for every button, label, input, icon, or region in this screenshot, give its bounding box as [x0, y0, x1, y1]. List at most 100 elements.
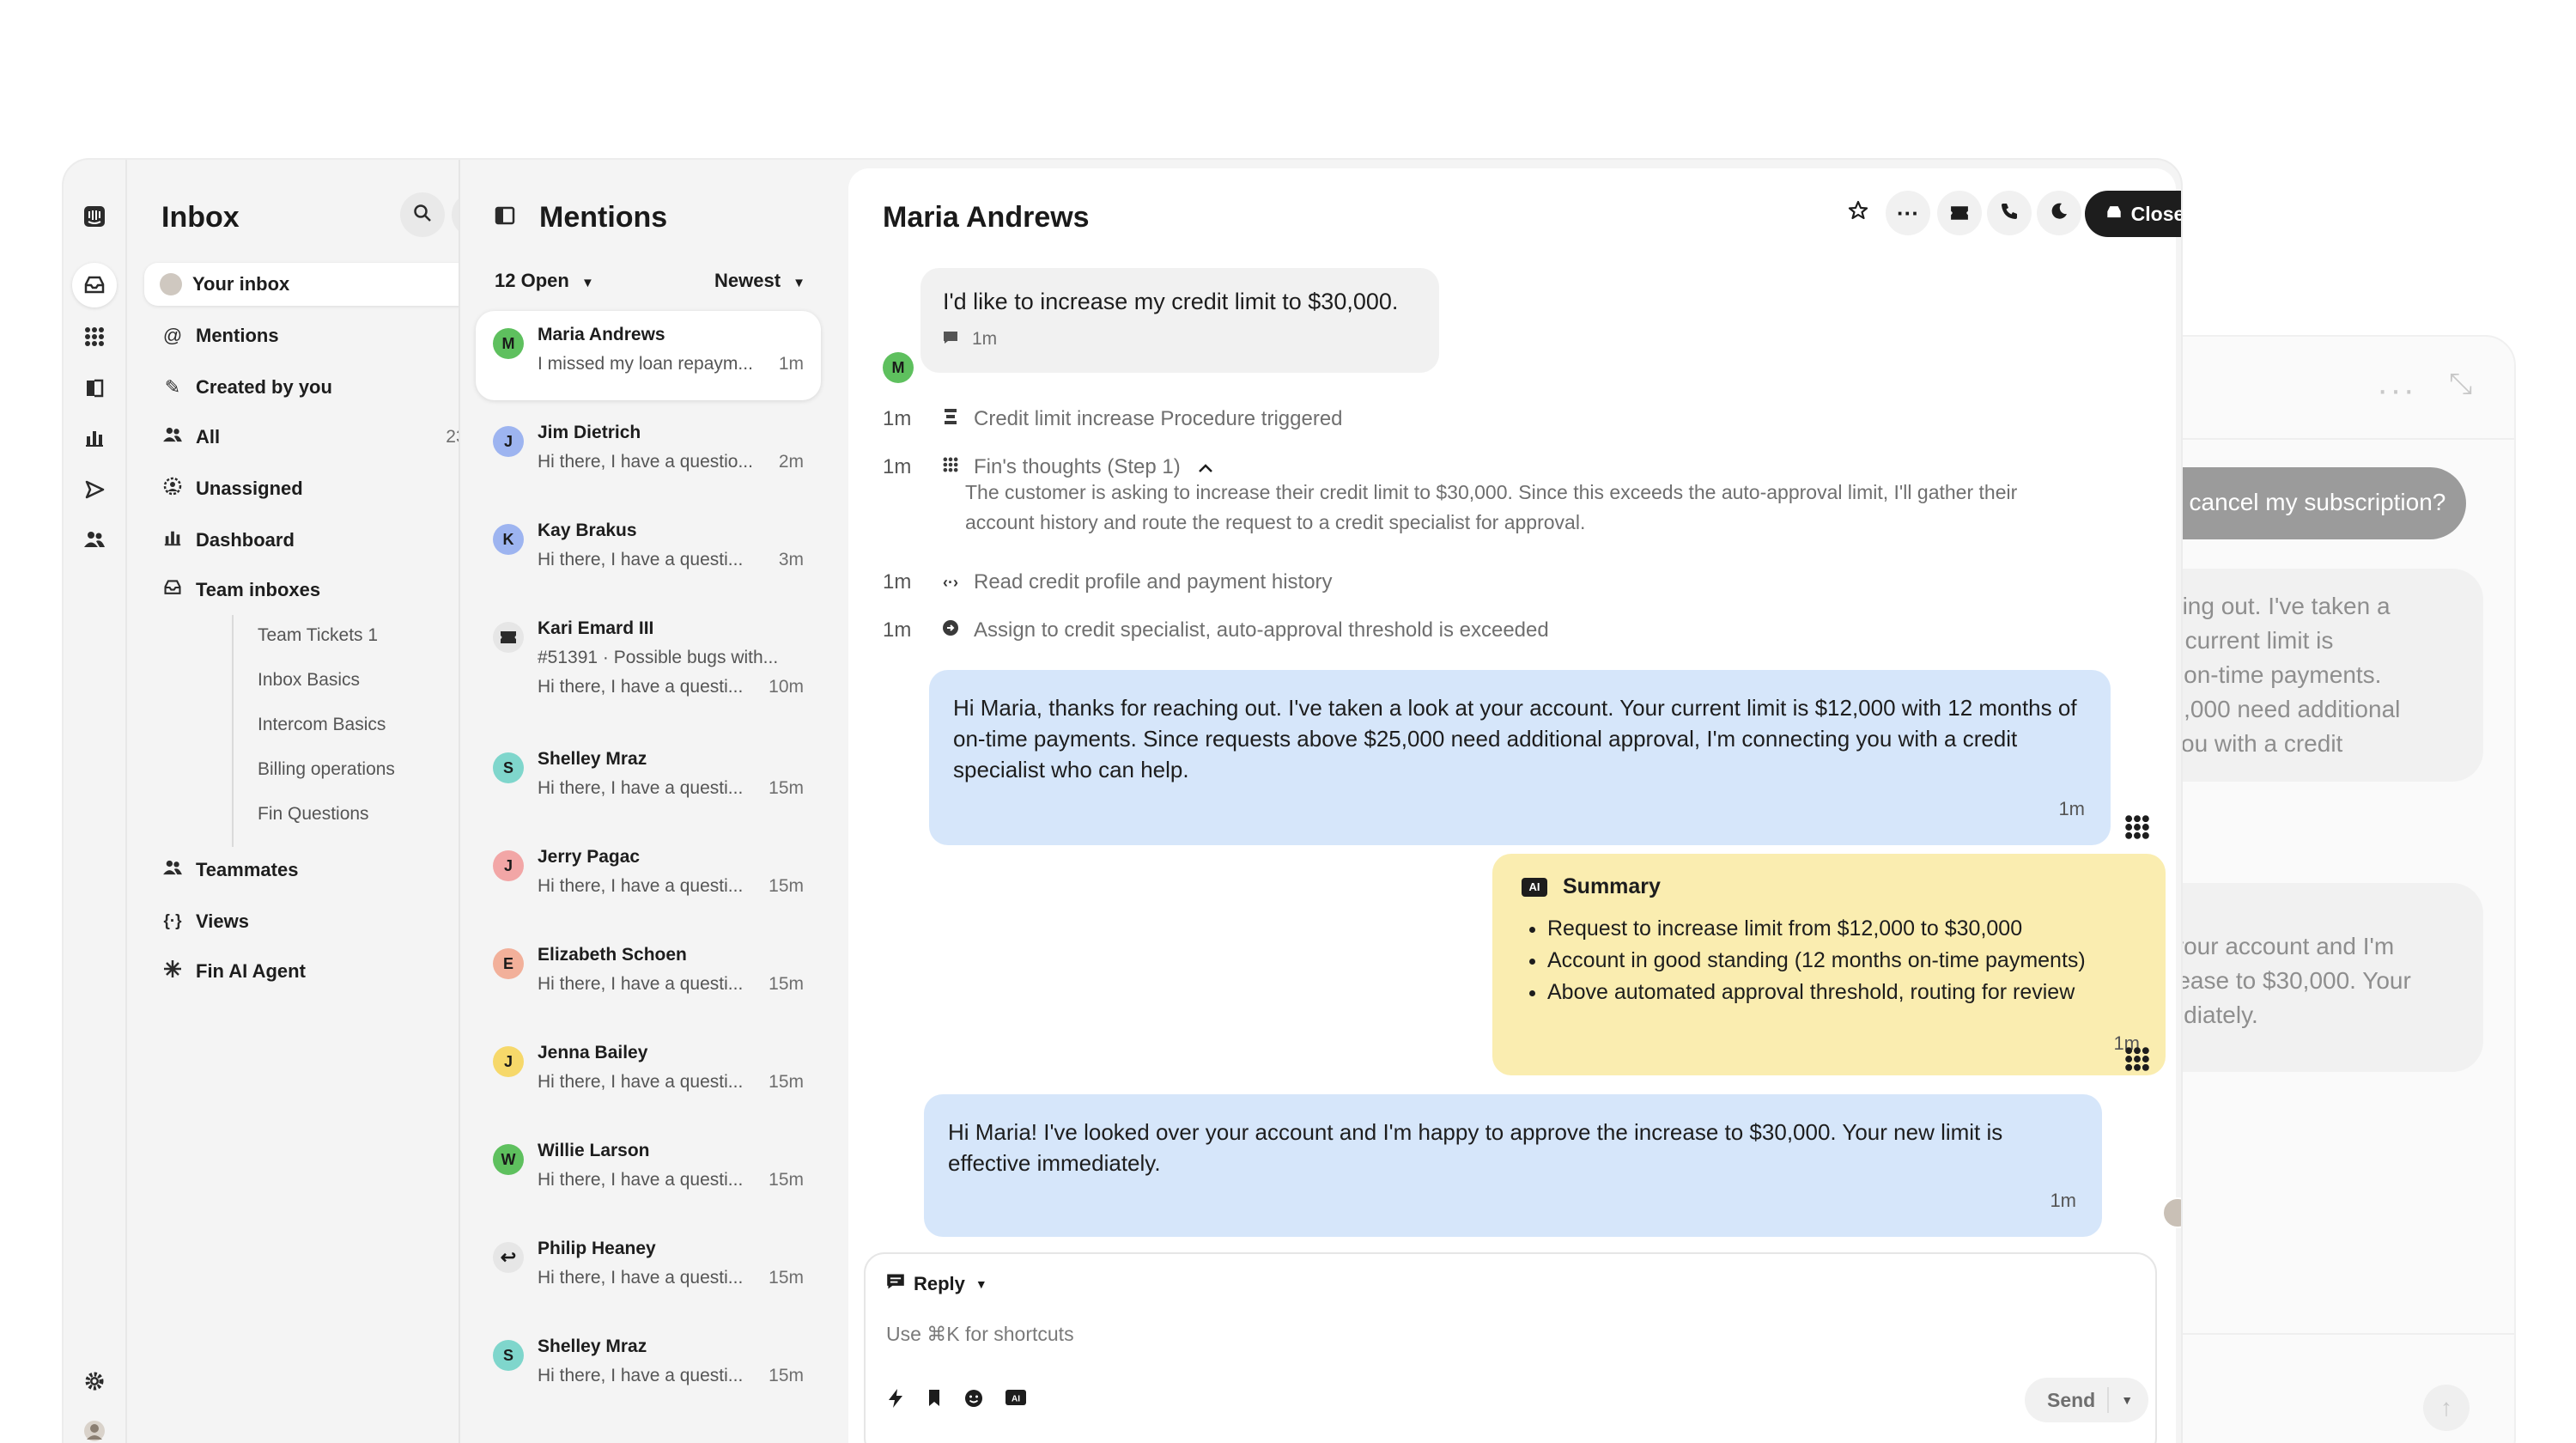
ghost-user-bubble: I cancel my subscription? — [2148, 467, 2466, 539]
event-read-credit-profile: 1m ‹·› Read credit profile and payment h… — [883, 570, 1333, 594]
event-fin-thoughts[interactable]: 1m Fin's thoughts (Step 1) — [883, 455, 1213, 479]
conversation-item[interactable]: J Jim Dietrich Hi there, I have a questi… — [476, 409, 821, 498]
team-inbox-item[interactable]: Intercom Basics — [258, 715, 386, 735]
svg-text:AI: AI — [1012, 1395, 1020, 1404]
nav-group-views[interactable]: {·} Views — [144, 900, 501, 943]
nav-item-unassigned[interactable]: Unassigned 0 — [144, 467, 501, 510]
nav-item-mentions[interactable]: @ Mentions 12 — [144, 314, 501, 357]
message-text: I'd like to increase my credit limit to … — [943, 289, 1399, 314]
ghost-reply-bubble: ching out. I've taken a ur current limit… — [2148, 569, 2483, 782]
ticket-icon — [1950, 200, 1969, 227]
nav-item-label: Your inbox — [192, 273, 290, 295]
reply-composer[interactable]: Reply ▼ Use ⌘K for shortcuts AI Send ▼ — [864, 1252, 2157, 1443]
conversation-item[interactable]: J Jerry Pagac Hi there, I have a questi.… — [476, 833, 821, 922]
conversation-item[interactable]: J Jenna Bailey Hi there, I have a questi… — [476, 1029, 821, 1118]
event-time: 1m — [883, 570, 912, 594]
conversation-name: Kay Brakus — [538, 521, 637, 540]
settings-gear-icon[interactable] — [79, 1366, 110, 1397]
team-inbox-item[interactable]: Fin Questions — [258, 804, 369, 825]
conversation-item[interactable]: M Maria Andrews I missed my loan repaym.… — [476, 311, 821, 400]
nav-item-created-by-you[interactable]: ✎ Created by you 0 — [144, 366, 501, 409]
ghost-line: r your account and I'm — [2157, 933, 2395, 959]
team-inbox-item[interactable]: Team Tickets 1 — [258, 625, 378, 646]
avatar: J — [493, 426, 524, 457]
more-options-button[interactable]: ··· — [1886, 191, 1930, 235]
ai-badge-icon: AI — [1522, 877, 1547, 897]
ai-compose-icon[interactable]: AI — [1005, 1388, 1027, 1415]
conversation-name: Kari Emard III — [538, 618, 654, 638]
outbound-send-icon[interactable] — [79, 474, 110, 505]
search-button[interactable] — [400, 192, 445, 237]
reply-mode-dropdown[interactable]: Reply ▼ — [886, 1273, 987, 1295]
reports-icon[interactable] — [79, 423, 110, 454]
snooze-moon-icon — [2050, 200, 2069, 227]
conversation-item[interactable]: Kari Emard III #51391 · Possible bugs wi… — [476, 605, 821, 725]
avatar: J — [493, 850, 524, 881]
conversation-preview: Hi there, I have a questi... — [538, 1072, 744, 1092]
sidebar-toggle-icon[interactable] — [495, 204, 515, 231]
phone-icon — [2000, 200, 2019, 227]
caret-down-icon[interactable]: ▼ — [2121, 1393, 2133, 1407]
lightning-icon[interactable] — [886, 1388, 905, 1415]
bookmark-icon[interactable] — [926, 1388, 943, 1415]
avatar: S — [493, 752, 524, 783]
conversation-item[interactable]: E Elizabeth Schoen Hi there, I have a qu… — [476, 931, 821, 1020]
conversation-name: Philip Heaney — [538, 1239, 656, 1258]
nav-item-team-inboxes[interactable]: Team inboxes — [144, 569, 501, 612]
send-label: Send — [2047, 1388, 2096, 1411]
assign-icon — [936, 619, 965, 642]
knowledge-book-icon[interactable] — [79, 373, 110, 404]
ticket-button[interactable] — [1937, 191, 1982, 235]
nav-item-all[interactable]: All 2370 — [144, 416, 501, 459]
fin-reply-message: Hi Maria, thanks for reaching out. I've … — [929, 670, 2111, 845]
sort-dropdown[interactable]: Newest ▼ — [714, 270, 805, 292]
contacts-icon[interactable] — [79, 524, 110, 555]
event-time: 1m — [883, 407, 912, 430]
fin-grid-icon — [936, 456, 965, 478]
intercom-logo-icon[interactable] — [79, 201, 110, 232]
user-avatar-icon[interactable] — [79, 1416, 110, 1443]
inbox-icon[interactable] — [72, 263, 117, 307]
composer-input[interactable]: Use ⌘K for shortcuts — [886, 1323, 1074, 1346]
call-button[interactable] — [1987, 191, 2032, 235]
more-icon: ··· — [2377, 371, 2416, 409]
star-button[interactable] — [1836, 191, 1880, 235]
fin-icon — [160, 959, 185, 983]
app-window: Inbox Your inbox 1 @ Mentions 12 ✎ Creat… — [62, 158, 2183, 1443]
ghost-line: of on-time payments. — [2157, 661, 2382, 688]
snooze-button[interactable] — [2037, 191, 2081, 235]
close-conversation-button[interactable]: Close — [2085, 191, 2181, 237]
nav-item-your-inbox[interactable]: Your inbox 1 — [144, 263, 501, 306]
message-text: Hi Maria! I've looked over your account … — [948, 1119, 2003, 1176]
send-divider — [2107, 1387, 2110, 1413]
team-inbox-item[interactable]: Billing operations — [258, 759, 395, 780]
conversation-item[interactable]: S Shelley Mraz Hi there, I have a questi… — [476, 1323, 821, 1412]
bar-chart-icon — [160, 528, 185, 552]
conversation-item[interactable]: ↩ Philip Heaney Hi there, I have a quest… — [476, 1225, 821, 1314]
open-filter-dropdown[interactable]: 12 Open ▼ — [495, 270, 594, 292]
conversation-preview: Hi there, I have a questi... — [538, 1170, 744, 1190]
agent-avatar — [2162, 1197, 2181, 1228]
ghost-line: crease to $30,000. Your — [2157, 967, 2411, 994]
send-button[interactable]: Send ▼ — [2025, 1378, 2148, 1422]
star-icon — [1848, 200, 1868, 227]
conversation-item[interactable]: K Kay Brakus Hi there, I have a questi..… — [476, 507, 821, 596]
summary-point: Account in good standing (12 months on-t… — [1547, 945, 2136, 977]
message-time: 1m — [2050, 1190, 2076, 1211]
team-inboxes-divider — [232, 615, 234, 847]
conversation-item[interactable]: S Shelley Mraz Hi there, I have a questi… — [476, 735, 821, 825]
chevron-up-icon[interactable] — [1198, 455, 1213, 479]
reply-arrow-icon: ↩ — [493, 1242, 524, 1273]
list-title: Mentions — [539, 201, 668, 234]
nav-group-teammates[interactable]: Teammates — [144, 849, 501, 892]
ghost-line: ching out. I've taken a — [2157, 593, 2391, 619]
ghost-line: 25,000 need additional — [2157, 696, 2401, 722]
nav-group-fin-ai-agent[interactable]: Fin AI Agent — [144, 950, 501, 993]
emoji-icon[interactable] — [963, 1388, 984, 1415]
team-inbox-item[interactable]: Inbox Basics — [258, 670, 360, 691]
nav-item-label: Unassigned — [196, 478, 303, 499]
fin-grid-icon[interactable] — [79, 321, 110, 352]
nav-group-label: Fin AI Agent — [196, 960, 306, 982]
nav-item-dashboard[interactable]: Dashboard — [144, 519, 501, 562]
conversation-item[interactable]: W Willie Larson Hi there, I have a quest… — [476, 1127, 821, 1216]
